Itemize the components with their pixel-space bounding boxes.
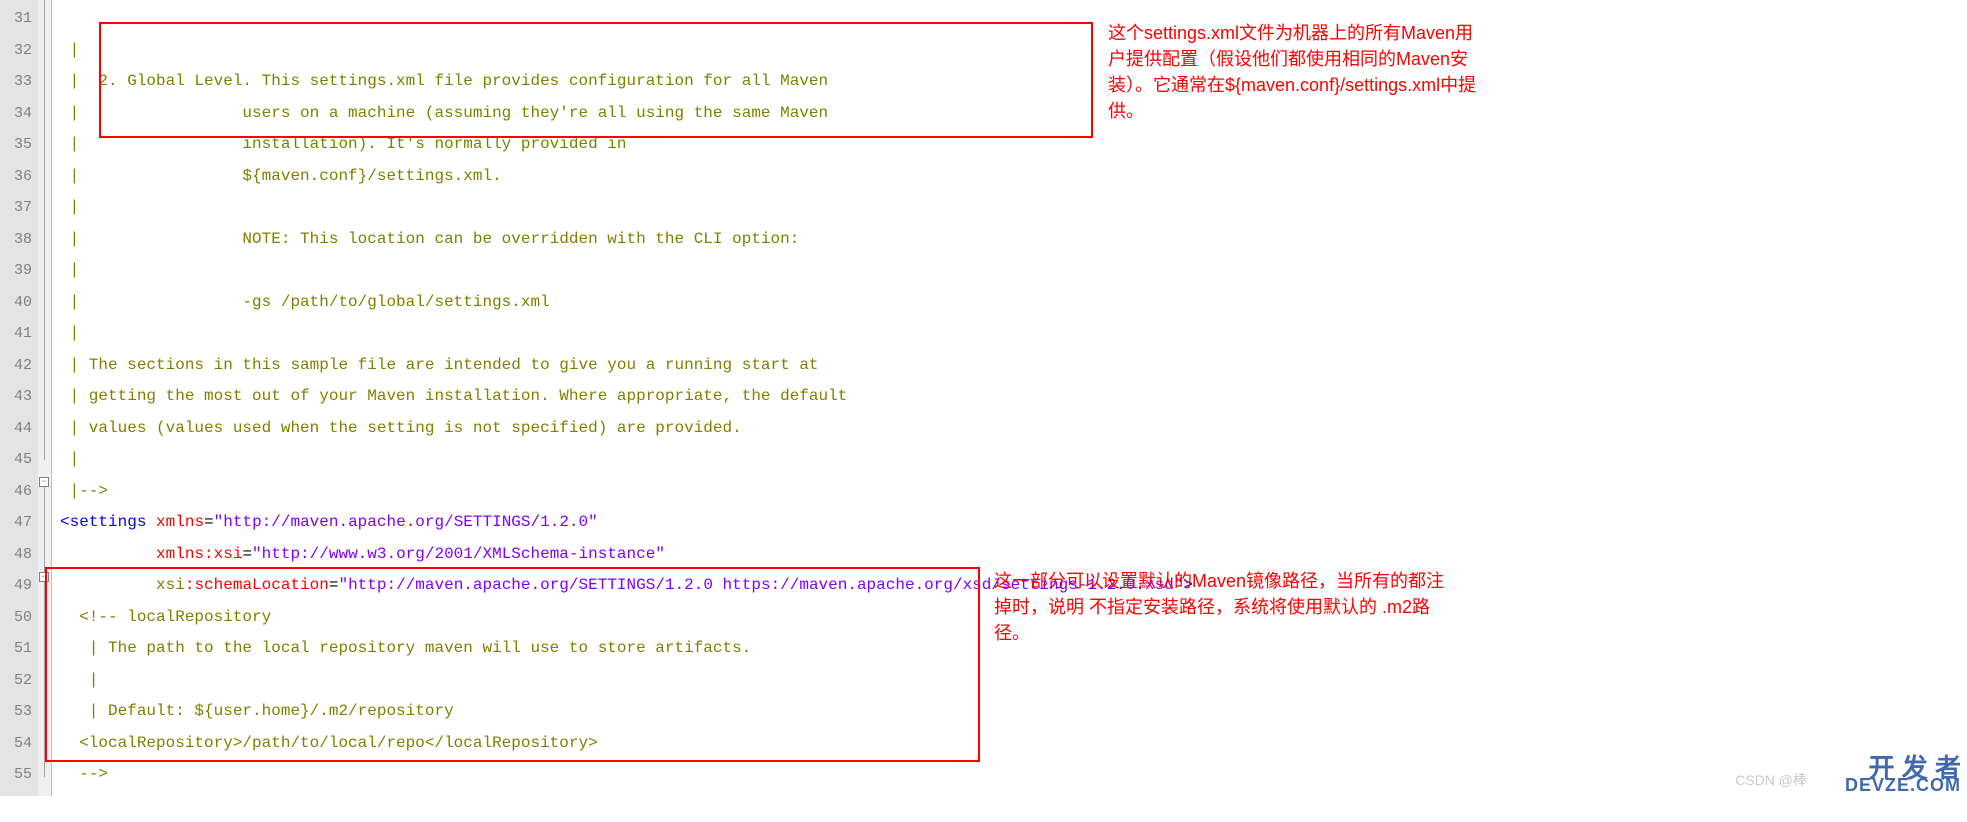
annotation-text: 这个settings.xml文件为机器上的所有Maven用户提供配置（假设他们都…	[1108, 20, 1478, 124]
code-line: |	[60, 41, 79, 59]
annotation-text: 这一部分可以设置默认的Maven镜像路径，当所有的都注掉时，说明 不指定安装路径…	[994, 568, 1454, 646]
line-number: 40	[0, 287, 32, 319]
code-line: | values (values used when the setting i…	[60, 419, 742, 437]
code-line: <!-- localRepository	[60, 608, 271, 626]
line-number: 48	[0, 539, 32, 571]
code-line: -->	[60, 765, 108, 783]
code-line: |	[60, 198, 79, 216]
line-number: 35	[0, 129, 32, 161]
line-number: 42	[0, 350, 32, 382]
line-number: 51	[0, 633, 32, 665]
line-number-gutter: 3132333435363738394041424344454647484950…	[0, 0, 38, 796]
line-number: 47	[0, 507, 32, 539]
line-number: 54	[0, 728, 32, 760]
code-line: <localRepository>/path/to/local/repo</lo…	[60, 734, 598, 752]
fold-toggle-icon[interactable]: −	[39, 477, 49, 487]
line-number: 44	[0, 413, 32, 445]
line-number: 50	[0, 602, 32, 634]
code-line: |-->	[60, 482, 108, 500]
line-number: 32	[0, 35, 32, 67]
line-number: 33	[0, 66, 32, 98]
line-number: 46	[0, 476, 32, 508]
line-number: 45	[0, 444, 32, 476]
code-line: | ${maven.conf}/settings.xml.	[60, 167, 502, 185]
code-line: |	[60, 450, 79, 468]
line-number: 36	[0, 161, 32, 193]
code-line: |	[60, 671, 98, 689]
line-number: 52	[0, 665, 32, 697]
line-number: 39	[0, 255, 32, 287]
code-area[interactable]: | | 2. Global Level. This settings.xml f…	[52, 0, 1967, 796]
code-line: | 2. Global Level. This settings.xml fil…	[60, 72, 828, 90]
code-line: | The sections in this sample file are i…	[60, 356, 819, 374]
code-editor: 3132333435363738394041424344454647484950…	[0, 0, 1967, 796]
line-number: 31	[0, 3, 32, 35]
code-line: xmlns:xsi="http://www.w3.org/2001/XMLSch…	[60, 545, 665, 563]
code-line: | Default: ${user.home}/.m2/repository	[60, 702, 454, 720]
code-line: | The path to the local repository maven…	[60, 639, 751, 657]
watermark-csdn: CSDN @棒	[1735, 770, 1807, 790]
line-number: 34	[0, 98, 32, 130]
line-number: 55	[0, 759, 32, 791]
code-line: | users on a machine (assuming they're a…	[60, 104, 828, 122]
line-number: 38	[0, 224, 32, 256]
fold-toggle-icon[interactable]: −	[39, 572, 49, 582]
code-line: <settings xmlns="http://maven.apache.org…	[60, 513, 598, 531]
fold-guide	[44, 477, 45, 777]
line-number: 37	[0, 192, 32, 224]
line-number: 43	[0, 381, 32, 413]
line-number: 41	[0, 318, 32, 350]
fold-guide	[44, 0, 45, 460]
code-line: | installation). It's normally provided …	[60, 135, 627, 153]
code-line: |	[60, 324, 79, 342]
line-number: 53	[0, 696, 32, 728]
watermark-devze: 开 发 者 DEVZE.COM	[1845, 759, 1961, 792]
code-line: |	[60, 261, 79, 279]
fold-gutter: − −	[38, 0, 52, 796]
code-line: | getting the most out of your Maven ins…	[60, 387, 847, 405]
code-line: | -gs /path/to/global/settings.xml	[60, 293, 550, 311]
line-number: 49	[0, 570, 32, 602]
code-line: | NOTE: This location can be overridden …	[60, 230, 799, 248]
